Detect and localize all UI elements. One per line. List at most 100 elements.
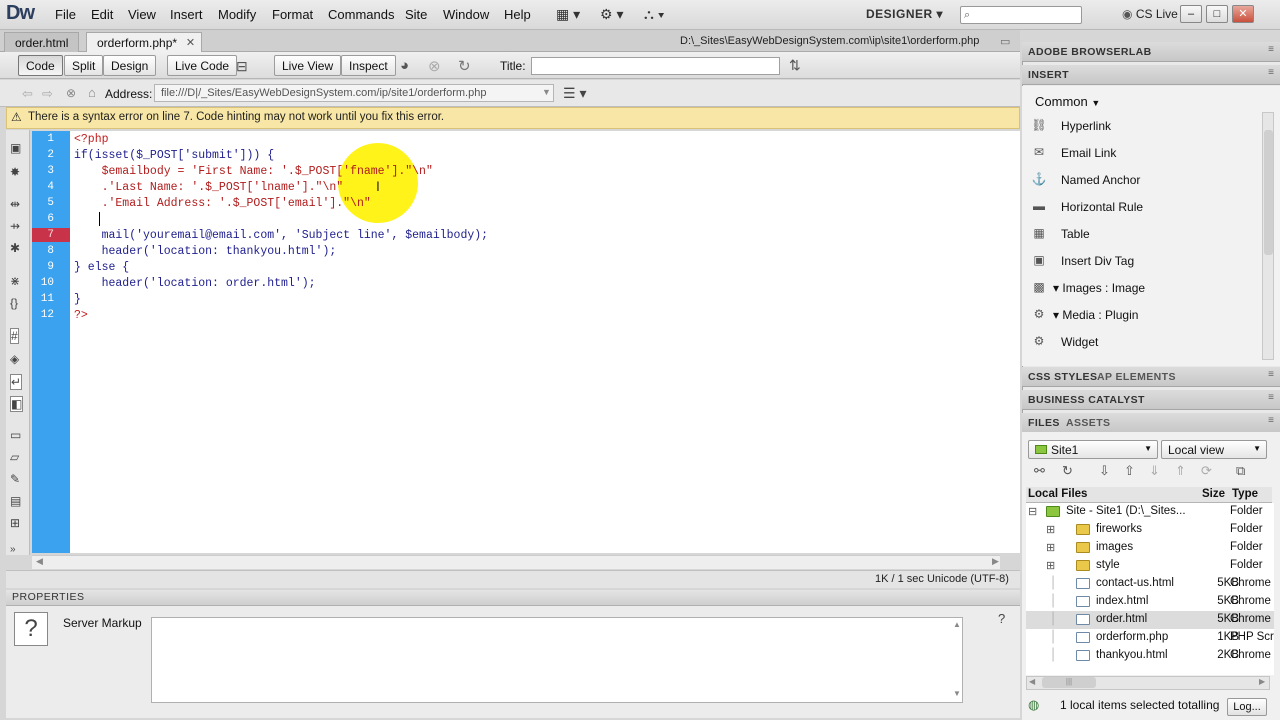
syntax-coloring-icon[interactable]: ◧ [10,396,24,412]
insert-category-select[interactable]: Common ▼ [1035,94,1100,109]
files-panel-header[interactable]: FILES ASSETS ≡ [1022,413,1280,433]
menu-view[interactable]: View [128,7,156,22]
tab-files[interactable]: FILES [1028,417,1060,429]
select-parent-tag-icon[interactable]: ⋇ [10,274,20,288]
browserlab-panel-header[interactable]: ADOBE BROWSERLAB ≡ [1022,42,1280,62]
browser-preview-icon[interactable]: ◕ [400,57,409,74]
open-documents-icon[interactable]: ▣ [10,141,21,155]
check-page-icon[interactable]: ⊟ [236,58,248,75]
menu-insert[interactable]: Insert [170,7,203,22]
browser-navigation-icon[interactable]: ☰ ▾ [563,85,586,102]
column-type[interactable]: Type [1232,488,1258,500]
insert-item-table[interactable]: ▦ Table [1031,226,1256,244]
insert-scrollbar-thumb[interactable] [1264,130,1273,255]
collapse-selection-icon[interactable]: ⇸ [10,219,20,233]
gear-icon[interactable]: ⚙ ▾ [600,6,623,23]
view-select[interactable]: Local view ▼ [1161,440,1267,459]
home-icon[interactable]: ⌂ [88,85,96,100]
expand-all-icon[interactable]: ✱ [10,241,20,255]
css-panel-header[interactable]: CSS STYLES AP ELEMENTS ≡ [1022,367,1280,387]
check-in-icon[interactable]: ⇑ [1175,463,1186,479]
restore-doc-icon[interactable]: ▭ [1000,35,1010,48]
expand-toggle-icon[interactable]: ⊞ [1046,523,1055,536]
split-view-button[interactable]: Split [64,55,104,76]
file-row[interactable]: ⊟ Site - Site1 (D:\_Sites... Folder [1026,503,1274,521]
connect-icon[interactable]: ⚯ [1034,463,1045,479]
expand-toggle-icon[interactable]: ⊞ [1046,541,1055,554]
balance-braces-icon[interactable]: {} [10,296,18,310]
files-scroll-right-icon[interactable]: ▶ [1259,677,1265,686]
insert-item-horizontal-rule[interactable]: ▬ Horizontal Rule [1031,199,1256,217]
show-code-navigator-icon[interactable]: ✸ [10,165,20,179]
menu-help[interactable]: Help [504,7,531,22]
workspace-switcher[interactable]: DESIGNER ▾ [866,7,943,21]
column-size[interactable]: Size [1202,488,1225,500]
stop-icon[interactable]: ⊗ [66,86,76,100]
code-view-button[interactable]: Code [18,55,63,76]
panel-menu-icon[interactable]: ≡ [1268,67,1274,78]
check-out-icon[interactable]: ⇓ [1149,463,1160,479]
address-input[interactable]: file:///D|/_Sites/EasyWebDesignSystem.co… [154,84,554,102]
wrap-tag-icon[interactable]: ✎ [10,472,20,486]
file-row[interactable]: │ contact-us.html 5KB Chrome [1026,575,1274,593]
tab-ap-elements[interactable]: AP ELEMENTS [1097,371,1176,383]
help-icon[interactable]: ? [998,611,1005,626]
menu-window[interactable]: Window [443,7,489,22]
log-button[interactable]: Log... [1227,698,1267,716]
file-row[interactable]: │orderform.php1KBPHP Script [1026,629,1274,647]
business-catalyst-header[interactable]: BUSINESS CATALYST ≡ [1022,390,1280,410]
forward-icon[interactable]: ⇨ [42,86,53,102]
minimize-button[interactable]: – [1180,5,1202,23]
insert-item-media-plugin[interactable]: ⚙ ▾ Media : Plugin [1031,307,1256,325]
more-tools-icon[interactable]: » [10,544,16,555]
live-view-button[interactable]: Live View [274,55,342,76]
tab-order-html[interactable]: order.html [4,32,80,52]
menu-modify[interactable]: Modify [218,7,256,22]
remove-comment-icon[interactable]: ▱ [10,450,19,464]
file-row[interactable]: │ order.html 5KB Chrome [1026,611,1274,629]
maximize-button[interactable]: □ [1206,5,1228,23]
visual-aids-icon[interactable]: ⊗ [428,57,441,75]
insert-item-widget[interactable]: ⚙ Widget [1031,334,1256,352]
menu-site[interactable]: Site [405,7,427,22]
move-css-icon[interactable]: ⊞ [10,516,20,530]
files-scroll-left-icon[interactable]: ◀ [1029,677,1035,686]
line-numbers-icon[interactable]: # [10,328,19,344]
apply-comment-icon[interactable]: ▭ [10,428,21,442]
expand-toggle-icon[interactable]: ⊞ [1046,559,1055,572]
tab-assets[interactable]: ASSETS [1066,417,1110,429]
insert-item-email-link[interactable]: ✉ Email Link [1031,145,1256,163]
refresh-files-icon[interactable]: ↻ [1062,463,1073,479]
properties-header[interactable] [6,590,1020,606]
synchronize-icon[interactable]: ⟳ [1201,463,1212,479]
live-code-button[interactable]: Live Code [167,55,238,76]
scroll-left-icon[interactable]: ◀ [36,556,43,567]
code-editor[interactable] [70,131,1020,553]
close-button[interactable]: ✕ [1232,5,1254,23]
file-row[interactable]: ⊞ fireworks Folder [1026,521,1274,539]
put-files-icon[interactable]: ⇧ [1124,463,1135,479]
get-files-icon[interactable]: ⇩ [1099,463,1110,479]
refresh-icon[interactable]: ↻ [458,57,471,75]
help-search-input[interactable]: ⌕ [960,6,1082,24]
insert-item-named-anchor[interactable]: ⚓ Named Anchor [1031,172,1256,190]
textarea-scroll-up-icon[interactable]: ▲ [953,620,961,629]
cs-live-button[interactable]: ◉ CS Live [1122,7,1178,21]
recent-snippets-icon[interactable]: ▤ [10,494,21,508]
file-row[interactable]: │ thankyou.html 2KB Chrome [1026,647,1274,665]
title-input[interactable] [531,57,780,75]
insert-panel-header[interactable]: INSERT ≡ [1022,65,1280,85]
insert-item-insert-div-tag[interactable]: ▣ Insert Div Tag [1031,253,1256,271]
design-view-button[interactable]: Design [103,55,157,76]
server-markup-textarea[interactable] [151,617,963,703]
code-horizontal-scrollbar[interactable] [32,555,1000,569]
insert-item-images-image[interactable]: ▩ ▾ Images : Image [1031,280,1256,298]
files-scroll-thumb[interactable]: ||| [1042,677,1096,688]
scroll-right-icon[interactable]: ▶ [992,556,999,567]
file-row[interactable]: ⊞ images Folder [1026,539,1274,557]
file-management-icon[interactable]: ⇅ [789,57,801,74]
menu-commands[interactable]: Commands [328,7,394,22]
back-icon[interactable]: ⇦ [22,86,33,102]
expand-files-icon[interactable]: ⧉ [1236,463,1245,479]
menu-format[interactable]: Format [272,7,313,22]
